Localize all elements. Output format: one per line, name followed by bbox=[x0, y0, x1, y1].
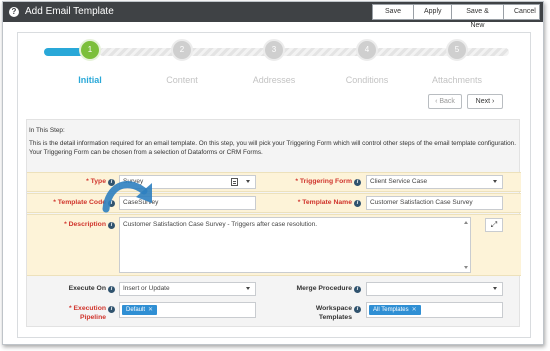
info-icon[interactable]: i bbox=[108, 306, 115, 313]
workspace-templates-label-line-1: Workspace bbox=[315, 305, 352, 312]
execute-on-label: Execute On i bbox=[37, 284, 115, 293]
template-name-label: * Template Name i bbox=[285, 198, 361, 207]
step-1-label: Initial bbox=[78, 75, 102, 85]
template-code-label-text: * Template Code bbox=[53, 199, 106, 206]
description-label-text: * Description bbox=[64, 221, 106, 228]
workspace-templates-tag-label: All Templates bbox=[373, 307, 409, 313]
workspace-templates-label-line-2: Templates bbox=[318, 314, 352, 321]
step-5-label: Attachments bbox=[431, 75, 483, 85]
cancel-button[interactable]: Cancel bbox=[503, 5, 539, 19]
back-button[interactable]: ‹ Back bbox=[428, 94, 462, 109]
wizard-stepper: 1 2 3 4 5 Initial Content Addresses Cond… bbox=[18, 33, 530, 117]
step-3-label: Addresses bbox=[252, 75, 296, 85]
step-4-label: Conditions bbox=[345, 75, 389, 85]
save-button[interactable]: Save bbox=[373, 5, 413, 19]
info-icon[interactable]: i bbox=[108, 286, 115, 293]
chevron-down-icon[interactable] bbox=[246, 287, 250, 290]
step-info-heading: In This Step: bbox=[29, 127, 65, 134]
step-2-circle[interactable]: 2 bbox=[171, 39, 193, 61]
step-info-line-1: This is the detail information required … bbox=[29, 140, 516, 147]
triggering-form-select[interactable]: Client Service Case bbox=[366, 175, 503, 189]
chevron-down-icon[interactable] bbox=[493, 180, 497, 183]
merge-procedure-select[interactable] bbox=[366, 282, 503, 296]
chevron-down-icon[interactable] bbox=[246, 180, 250, 183]
step-info: In This Step: This is the detail informa… bbox=[29, 126, 519, 157]
title-bar: ? Add Email Template Save Apply Save & N… bbox=[3, 2, 543, 29]
description-label: * Description i bbox=[37, 220, 115, 229]
chevron-right-icon: › bbox=[490, 98, 495, 105]
info-icon[interactable]: i bbox=[354, 200, 361, 207]
back-button-label: Back bbox=[439, 98, 455, 105]
step-1-circle[interactable]: 1 bbox=[79, 39, 101, 61]
template-name-value: Customer Satisfaction Case Survey bbox=[370, 199, 473, 206]
expand-icon[interactable]: ⤢ bbox=[485, 218, 503, 232]
execution-pipeline-tag-input[interactable]: Default ✕ bbox=[119, 302, 256, 318]
description-textarea[interactable]: Customer Satisfaction Case Survey - Trig… bbox=[119, 217, 471, 273]
list-icon[interactable] bbox=[231, 178, 238, 186]
execution-pipeline-label: * Execution i Pipeline bbox=[37, 304, 115, 322]
next-button-label: Next bbox=[475, 98, 491, 105]
next-button[interactable]: Next › bbox=[467, 94, 503, 109]
chevron-down-icon[interactable] bbox=[493, 287, 497, 290]
triggering-form-label: * Triggering Form i bbox=[285, 177, 361, 186]
step-2-label: Content bbox=[166, 75, 198, 85]
workspace-templates-tag[interactable]: All Templates ✕ bbox=[369, 305, 421, 315]
execution-pipeline-label-line-2: Pipeline bbox=[79, 314, 106, 321]
step-info-line-2: Your Triggering Form can be chosen from … bbox=[29, 149, 263, 156]
question-circle-icon[interactable]: ? bbox=[9, 7, 19, 17]
info-icon[interactable]: i bbox=[354, 306, 361, 313]
execute-on-label-text: Execute On bbox=[68, 285, 106, 292]
execute-on-select[interactable]: Insert or Update bbox=[119, 282, 256, 296]
step-panel: In This Step: This is the detail informa… bbox=[26, 119, 521, 327]
remove-tag-icon[interactable]: ✕ bbox=[412, 307, 417, 313]
workspace-templates-tag-input[interactable]: All Templates ✕ bbox=[366, 302, 503, 318]
merge-procedure-label-text: Merge Procedure bbox=[296, 285, 352, 292]
email-template-dialog: ? Add Email Template Save Apply Save & N… bbox=[2, 1, 544, 345]
toolbar: Save Apply Save & New Cancel bbox=[372, 4, 540, 29]
workspace-templates-label: Workspace i Templates bbox=[285, 304, 361, 322]
scroll-up-icon[interactable] bbox=[464, 221, 468, 224]
template-name-input[interactable]: Customer Satisfaction Case Survey bbox=[366, 196, 503, 210]
template-name-label-text: * Template Name bbox=[297, 199, 352, 206]
info-icon[interactable]: i bbox=[354, 286, 361, 293]
triggering-form-value: Client Service Case bbox=[370, 178, 428, 185]
window-title: Add Email Template bbox=[25, 6, 114, 17]
triggering-form-label-text: * Triggering Form bbox=[295, 178, 352, 185]
apply-button[interactable]: Apply bbox=[413, 5, 451, 19]
merge-procedure-label: Merge Procedure i bbox=[285, 284, 361, 293]
description-value: Customer Satisfaction Case Survey - Trig… bbox=[123, 221, 317, 228]
step-5-circle[interactable]: 5 bbox=[446, 39, 468, 61]
info-icon[interactable]: i bbox=[108, 222, 115, 229]
step-3-circle[interactable]: 3 bbox=[263, 39, 285, 61]
remove-tag-icon[interactable]: ✕ bbox=[148, 307, 153, 313]
curved-arrow-icon bbox=[102, 181, 152, 213]
scroll-down-icon[interactable] bbox=[464, 266, 468, 269]
execution-pipeline-tag-label: Default bbox=[126, 307, 146, 313]
description-scrollbar[interactable] bbox=[463, 219, 469, 271]
info-icon[interactable]: i bbox=[354, 179, 361, 186]
execute-on-value: Insert or Update bbox=[123, 285, 170, 292]
execution-pipeline-label-line-1: * Execution bbox=[68, 305, 106, 312]
save-and-new-button[interactable]: Save & New bbox=[451, 5, 503, 29]
execution-pipeline-tag[interactable]: Default ✕ bbox=[122, 305, 158, 315]
step-4-circle[interactable]: 4 bbox=[356, 39, 378, 61]
wizard-content: 1 2 3 4 5 Initial Content Addresses Cond… bbox=[17, 32, 531, 338]
